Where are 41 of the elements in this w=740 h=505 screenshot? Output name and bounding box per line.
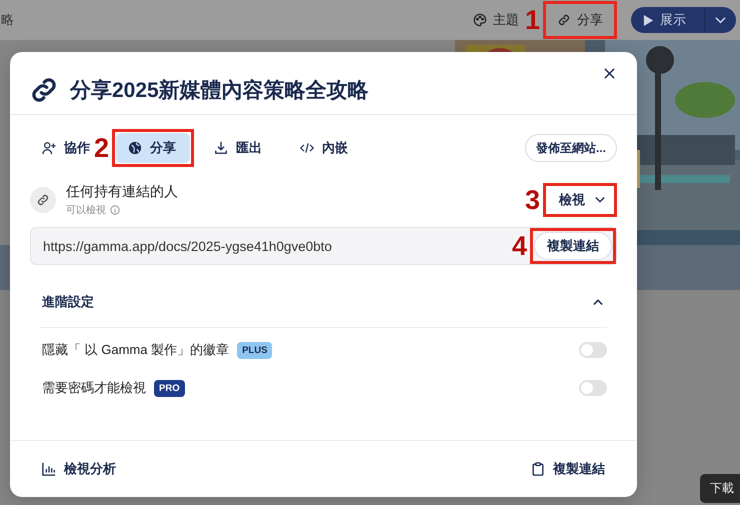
plan-badge: PRO	[154, 380, 185, 396]
chevron-up-icon	[593, 297, 603, 307]
analytics-link[interactable]: 檢視分析	[42, 460, 116, 478]
share-button[interactable]: 分享	[547, 5, 613, 35]
annotation-number: 3	[524, 185, 540, 215]
link-icon	[557, 13, 571, 27]
tab[interactable]: 分享	[116, 133, 190, 163]
toggle-switch[interactable]	[579, 380, 607, 396]
info-icon[interactable]	[110, 205, 120, 215]
plan-badge: PLUS	[237, 342, 272, 358]
toggle-switch[interactable]	[579, 342, 607, 358]
chevron-down-icon	[595, 195, 605, 205]
clipboard-icon	[531, 462, 545, 476]
access-title: 任何持有連結的人	[66, 183, 178, 201]
add-person-icon	[42, 141, 56, 155]
close-icon[interactable]	[604, 68, 615, 79]
play-icon	[643, 14, 654, 26]
dialog-title: 分享2025新媒體內容策略全攻略	[70, 78, 370, 104]
setting-label: 隱藏「 以 Gamma 製作」的徽章	[42, 341, 230, 359]
globe-icon	[128, 141, 142, 155]
annotation-number: 4	[512, 231, 527, 261]
tab[interactable]: 匯出	[202, 133, 276, 163]
palette-icon	[473, 13, 487, 27]
chevron-down-icon	[715, 14, 726, 26]
copy-link-button[interactable]: 複製連結	[534, 232, 612, 260]
advanced-settings-header[interactable]: 進階設定	[40, 285, 607, 328]
breadcrumb-text: 略	[1, 11, 14, 29]
tab[interactable]: 內嵌	[288, 133, 362, 163]
download-icon	[214, 141, 228, 155]
setting-label: 需要密碼才能檢視	[42, 379, 146, 397]
present-button[interactable]: 展示	[631, 7, 736, 33]
tooltip: 下載	[700, 474, 740, 503]
annotation-number: 1	[524, 5, 540, 35]
publish-button[interactable]: 發佈至網站...	[524, 134, 617, 162]
code-icon	[300, 141, 314, 155]
access-subtitle: 可以檢視	[66, 204, 106, 217]
bar-chart-icon	[42, 462, 56, 476]
copy-link-link[interactable]: 複製連結	[531, 460, 605, 478]
permission-dropdown[interactable]: 檢視	[547, 187, 613, 213]
annotation-number: 2	[94, 133, 109, 163]
link-icon	[30, 187, 56, 213]
